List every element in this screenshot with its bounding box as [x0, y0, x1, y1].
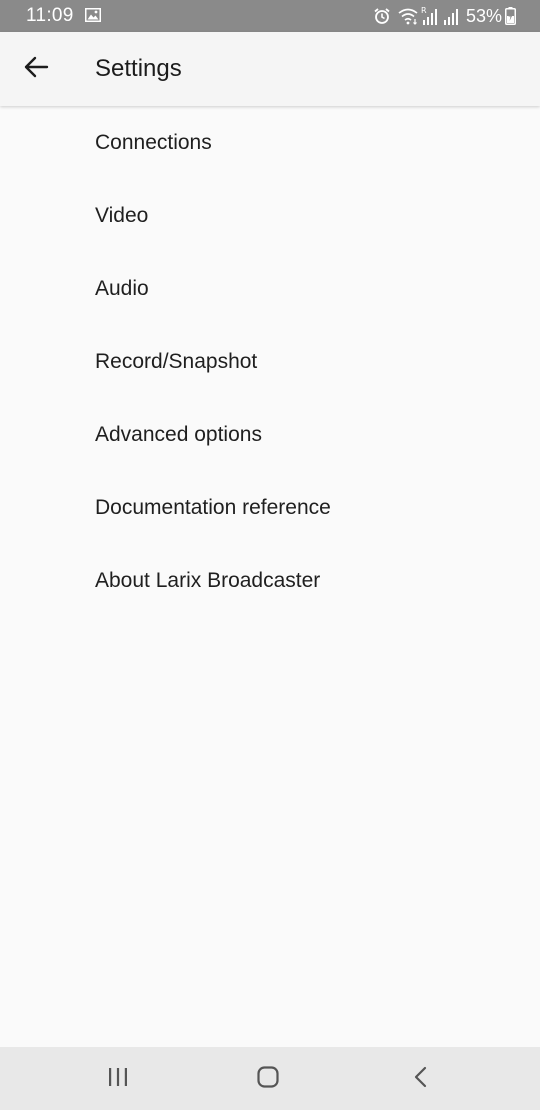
menu-item-record-snapshot[interactable]: Record/Snapshot [0, 325, 540, 398]
wifi-icon [397, 7, 419, 25]
battery-percentage: 53% [465, 5, 502, 26]
app-bar: Settings [0, 32, 540, 106]
settings-menu: Connections Video Audio Record/Snapshot … [0, 106, 540, 617]
menu-item-advanced-options[interactable]: Advanced options [0, 398, 540, 471]
menu-item-about[interactable]: About Larix Broadcaster [0, 544, 540, 617]
status-icons: R 53% [373, 4, 516, 28]
system-nav-bar [0, 1047, 540, 1110]
signal-roaming-icon: R [421, 6, 437, 26]
menu-item-connections[interactable]: Connections [0, 106, 540, 179]
status-time: 11:09 [26, 5, 74, 26]
menu-item-audio[interactable]: Audio [0, 252, 540, 325]
menu-item-video[interactable]: Video [0, 179, 540, 252]
arrow-left-icon [23, 56, 49, 83]
recent-apps-icon [107, 1067, 129, 1092]
svg-text:R: R [421, 6, 427, 15]
home-icon [257, 1065, 279, 1093]
signal-icon [442, 6, 458, 26]
gallery-icon [85, 8, 101, 22]
system-back-button[interactable] [390, 1055, 450, 1103]
recent-apps-button[interactable] [88, 1055, 148, 1103]
page-title: Settings [95, 55, 182, 82]
battery-charging-icon [505, 7, 516, 25]
home-button[interactable] [238, 1055, 298, 1103]
menu-item-documentation-reference[interactable]: Documentation reference [0, 471, 540, 544]
back-icon [413, 1066, 427, 1093]
back-button[interactable] [10, 45, 62, 93]
status-bar: 11:09 R 53% [0, 0, 540, 32]
alarm-icon [373, 7, 391, 25]
